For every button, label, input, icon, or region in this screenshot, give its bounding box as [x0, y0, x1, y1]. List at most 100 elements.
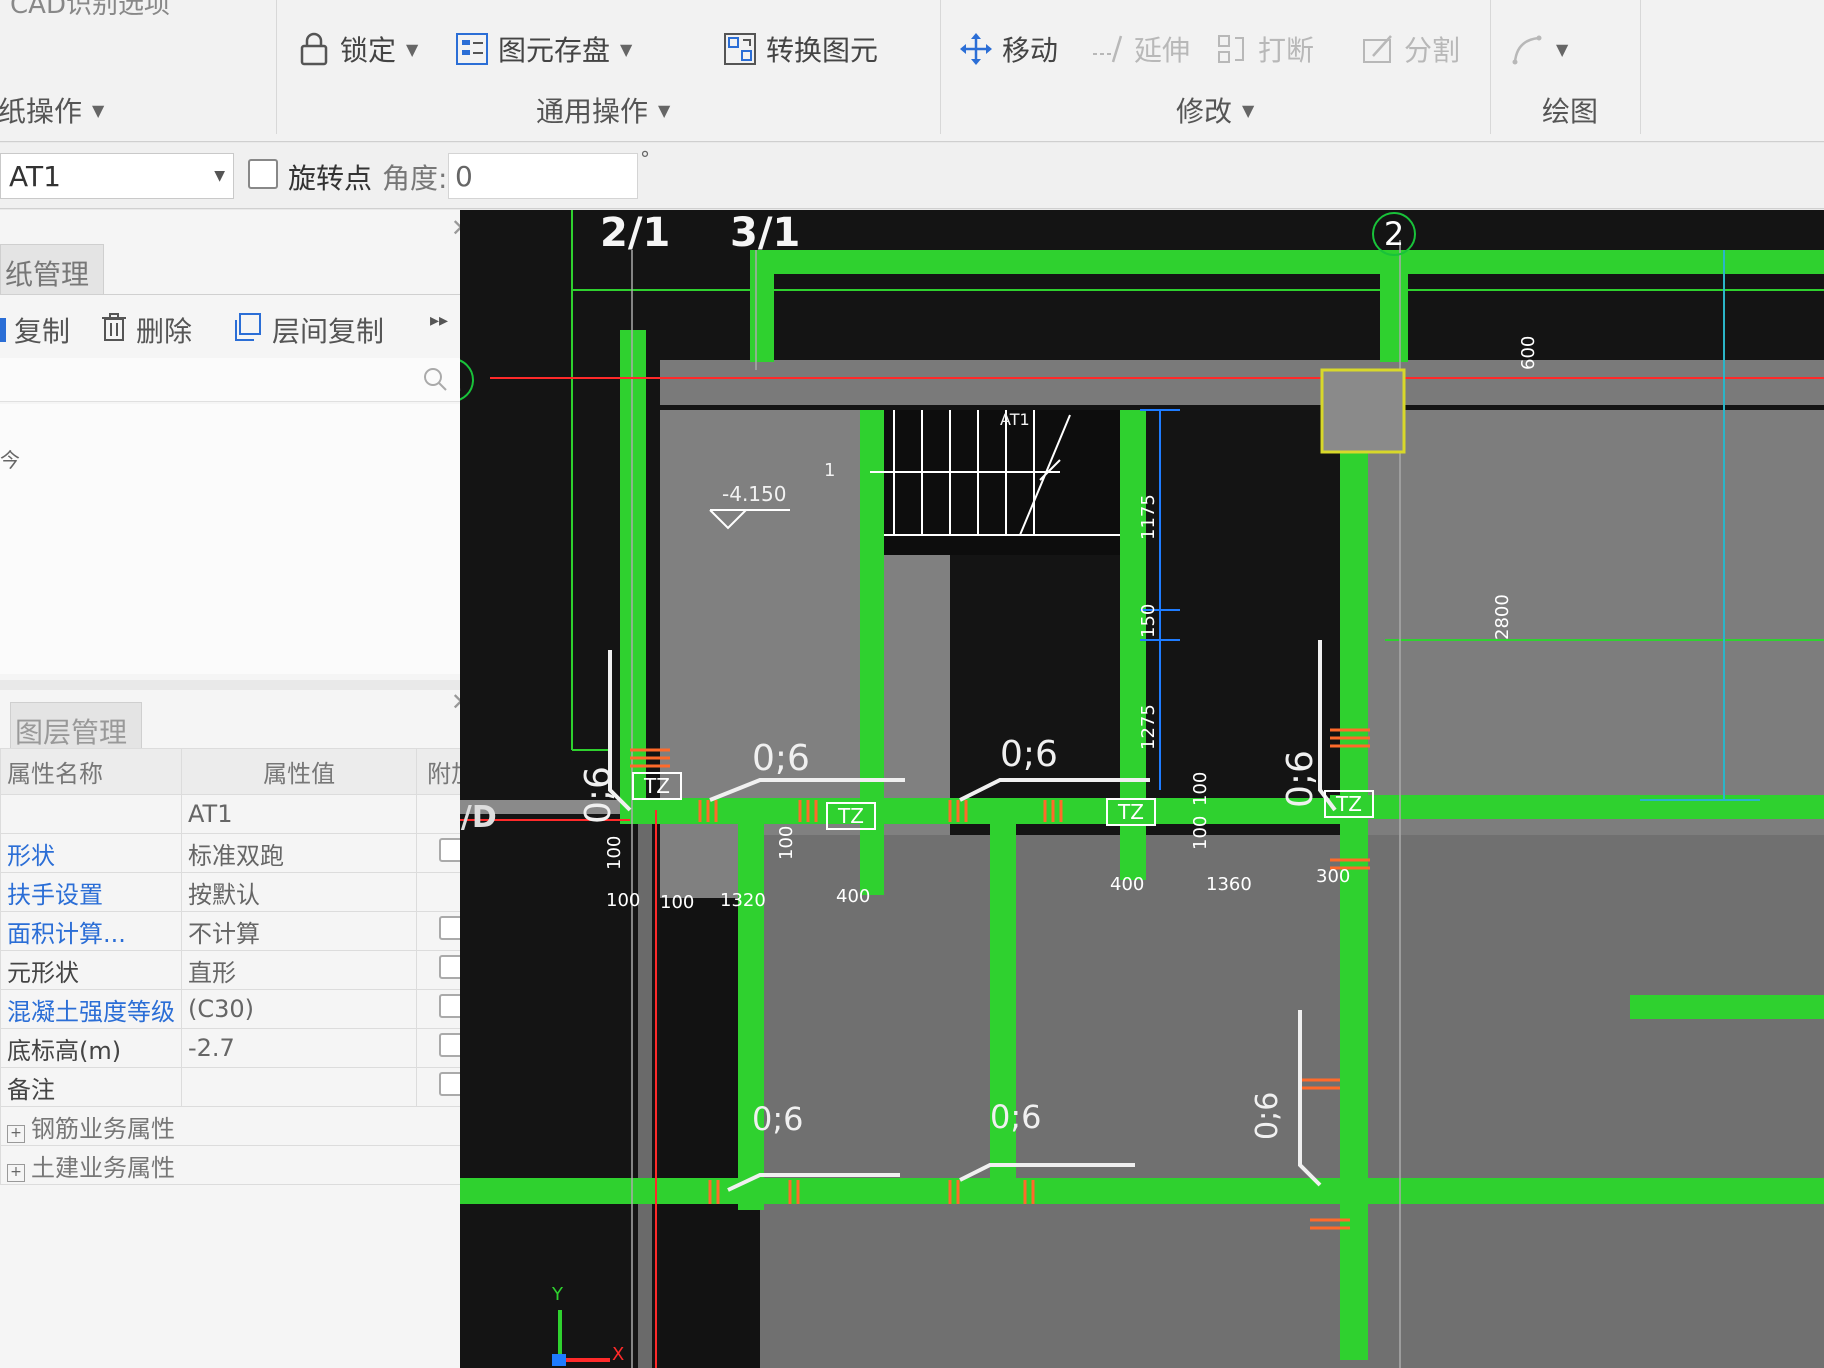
move-label: 移动 [1002, 34, 1059, 67]
property-group-label: 钢筋业务属性 [31, 1114, 175, 1143]
property-value[interactable]: 标准双跑 [180, 833, 418, 873]
axis-label: 3/1 [730, 210, 801, 256]
save-elements-icon [454, 31, 490, 67]
floor-copy-label: 层间复制 [272, 315, 385, 348]
arc-draw-button[interactable]: ▼ [1510, 28, 1568, 70]
property-value[interactable]: 不计算 [180, 911, 418, 951]
property-row[interactable]: 元形状 直形 [0, 950, 486, 990]
dimension-text: 400 [1110, 874, 1145, 895]
rotate-point-label: 旋转点 [288, 162, 373, 195]
property-row[interactable]: 面积计算... 不计算 [0, 911, 486, 951]
property-row[interactable]: 混凝土强度等级 (C30) [0, 989, 486, 1029]
tz-tag: TZ [826, 802, 876, 830]
dimension-text: 1360 [1206, 874, 1252, 895]
angle-label: 角度: [382, 162, 448, 195]
dimension-text: 1320 [720, 890, 766, 911]
angle-input[interactable]: 0 [448, 153, 638, 199]
delete-label: 删除 [136, 315, 193, 348]
property-row[interactable]: AT1 [0, 794, 486, 834]
tab-drawing-management[interactable]: 纸管理 [0, 244, 105, 294]
dimension-text: 1175 [1138, 494, 1159, 540]
delete-button[interactable]: 删除 [100, 310, 192, 350]
property-group-label: 土建业务属性 [31, 1153, 175, 1182]
chevron-down-icon[interactable]: ▼ [1242, 101, 1254, 120]
arc-icon [1510, 31, 1546, 67]
group-common-ops[interactable]: 通用操作 ▼ [536, 90, 670, 130]
beam-label: 0;6 [1250, 1091, 1285, 1140]
chevron-down-icon[interactable]: ▼ [406, 40, 418, 59]
chevron-down-icon[interactable]: ▼ [1556, 40, 1568, 59]
property-value[interactable]: -2.7 [180, 1028, 418, 1068]
convert-elements-button[interactable]: 转换图元 [722, 28, 878, 70]
tab-layer-management[interactable]: 图层管理 [10, 702, 143, 752]
property-value[interactable]: 按默认 [180, 872, 418, 912]
floor-copy-button[interactable]: 层间复制 [232, 310, 384, 350]
drawing-tree[interactable]: 今 [0, 404, 480, 674]
property-row[interactable]: 扶手设置 按默认 [0, 872, 486, 912]
ribbon-partial-label: CAD识别选项 [10, 0, 170, 20]
floor-copy-icon [232, 312, 264, 349]
property-group-rebar[interactable]: + 钢筋业务属性 [0, 1106, 486, 1146]
more-tools-icon[interactable]: ▸▸ [430, 310, 448, 331]
dimension-text: 600 [1518, 335, 1539, 370]
trash-icon [100, 312, 128, 349]
save-elements-button[interactable]: 图元存盘 ▼ [454, 28, 632, 70]
rotate-point-checkbox[interactable] [248, 159, 278, 189]
expand-icon[interactable]: + [7, 1124, 25, 1143]
group-draw-label: 绘图 [1542, 95, 1599, 128]
extend-button[interactable]: 延伸 [1090, 28, 1190, 70]
ucs-icon [552, 1310, 610, 1366]
element-option-bar: AT1 ▼ 旋转点 角度: 0 ° [0, 143, 1824, 209]
lock-icon [296, 31, 332, 67]
dimension-text: 100 [606, 890, 641, 911]
degree-mark: ° [640, 147, 650, 171]
property-name: 元形状 [0, 950, 182, 990]
ribbon-toolbar: CAD识别选项 锁定 ▼ 图元存盘 ▼ 转换图元 移动 延伸 打断 分割 ▼ 纸… [0, 0, 1824, 142]
beam-label: 0;6 [1280, 750, 1321, 808]
property-value[interactable]: (C30) [180, 989, 418, 1029]
lock-label: 锁定 [340, 34, 397, 67]
chevron-down-icon[interactable]: ▼ [658, 101, 670, 120]
extend-label: 延伸 [1134, 34, 1191, 67]
tz-tag: TZ [1324, 790, 1374, 818]
property-value[interactable]: 直形 [180, 950, 418, 990]
property-value[interactable]: AT1 [180, 794, 418, 834]
expand-icon[interactable]: + [7, 1163, 25, 1182]
group-modify[interactable]: 修改 ▼ [1176, 90, 1254, 130]
copy-button[interactable]: 复制 [0, 310, 70, 350]
group-modify-label: 修改 [1176, 95, 1233, 128]
property-row[interactable]: 形状 标准双跑 [0, 833, 486, 873]
property-name: 扶手设置 [0, 872, 182, 912]
property-group-civil[interactable]: + 土建业务属性 [0, 1145, 486, 1185]
dimension-text: 100 [1190, 815, 1211, 850]
search-input[interactable] [0, 358, 460, 402]
split-button[interactable]: 分割 [1360, 28, 1460, 70]
move-button[interactable]: 移动 [958, 28, 1058, 70]
copy-label: 复制 [14, 315, 71, 348]
chevron-down-icon[interactable]: ▼ [92, 101, 104, 120]
group-divider [276, 0, 277, 134]
group-drawing-ops[interactable]: 纸操作 ▼ [0, 90, 104, 130]
beam-label: 0;6 [752, 1100, 804, 1138]
room-slab [760, 835, 1824, 1368]
property-row[interactable]: 备注 [0, 1067, 486, 1107]
chevron-down-icon[interactable]: ▼ [620, 40, 632, 59]
column-property-value: 属性值 [180, 748, 418, 795]
property-row[interactable]: 底标高(m) -2.7 [0, 1028, 486, 1068]
axis-bubble: 2 [1372, 212, 1416, 256]
dimension-text: 1275 [1138, 704, 1159, 750]
dimension-text: 400 [836, 886, 871, 907]
property-value[interactable] [180, 1067, 418, 1107]
group-draw[interactable]: 绘图 [1542, 90, 1598, 130]
chevron-down-icon[interactable]: ▼ [214, 168, 225, 184]
property-name [0, 794, 182, 834]
tab-divider [0, 294, 486, 295]
beam-label: 0;6 [752, 738, 810, 779]
tz-tag: TZ [632, 772, 682, 800]
cad-drawing-canvas[interactable]: 2/1 3/1 2 E 2/D AT1 -4.150 1 0;6 0;6 0;6… [460, 210, 1824, 1368]
element-selector[interactable]: AT1 ▼ [0, 153, 234, 199]
stair-tag: AT1 [1000, 410, 1030, 429]
lock-button[interactable]: 锁定 ▼ [296, 28, 418, 70]
search-icon[interactable] [422, 366, 448, 396]
break-button[interactable]: 打断 [1214, 28, 1314, 70]
